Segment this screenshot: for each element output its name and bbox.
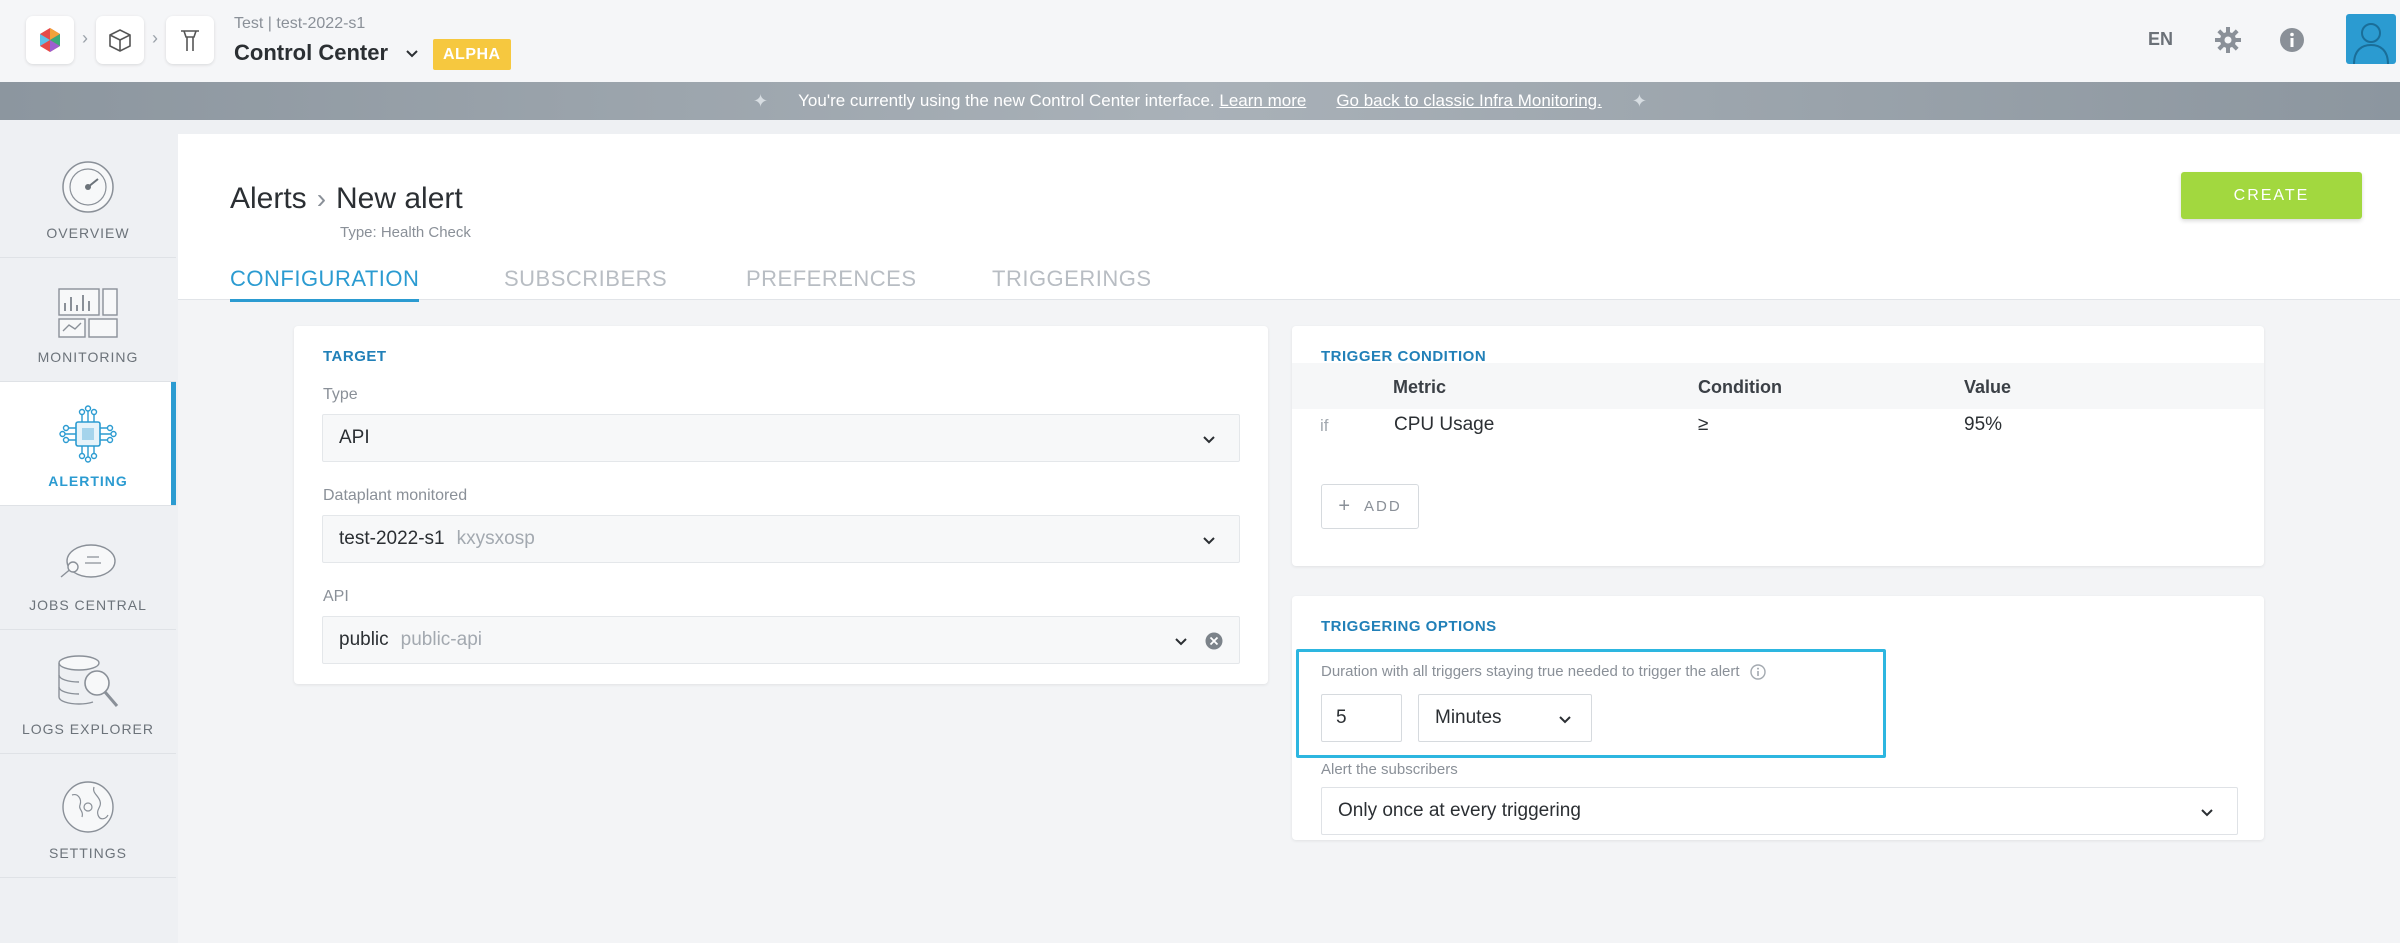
alert-type-subtitle: Type: Health Check (340, 224, 471, 241)
api-select[interactable]: public public-api (322, 616, 1240, 664)
target-card: TARGET Type API Dataplant monitored test… (294, 326, 1268, 684)
dataplant-label: Dataplant monitored (323, 487, 468, 504)
condition-value[interactable]: 95% (1964, 414, 2002, 436)
duration-unit: Minutes (1435, 707, 1502, 728)
duration-unit-select[interactable]: Minutes (1418, 694, 1592, 742)
interface-banner: ✦ You're currently using the new Control… (0, 82, 2400, 120)
trigger-condition-card: TRIGGER CONDITION Metric Condition Value… (1292, 326, 2264, 566)
subscribers-value: Only once at every triggering (1338, 800, 1581, 821)
alpha-badge: ALPHA (433, 39, 511, 70)
top-bar: › › Test | test-2022-s1 Control Center A… (0, 0, 2400, 82)
sidebar-item-settings[interactable]: SETTINGS (0, 754, 176, 878)
api-label: API (323, 588, 349, 605)
api-id: public-api (400, 629, 482, 650)
target-title: TARGET (323, 348, 387, 365)
tab-triggerings[interactable]: TRIGGERINGS (992, 266, 1152, 292)
chevron-right-icon: › (82, 28, 88, 48)
language-selector[interactable]: EN (2148, 29, 2173, 50)
chevron-down-icon (1559, 716, 1571, 724)
classic-interface-link[interactable]: Go back to classic Infra Monitoring. (1336, 91, 1602, 111)
type-value: API (339, 427, 370, 448)
sidebar-item-alerting[interactable]: ALERTING (0, 382, 176, 506)
learn-more-link[interactable]: Learn more (1219, 91, 1306, 110)
duration-value: 5 (1336, 707, 1347, 728)
sparkle-icon: ✦ (1631, 90, 1647, 111)
main-content: Alerts › New alert Type: Health Check CR… (178, 134, 2400, 943)
chevron-down-icon (406, 50, 418, 58)
duration-label: Duration with all triggers staying true … (1321, 663, 1740, 680)
sidebar-item-monitoring[interactable]: MONITORING (0, 258, 176, 382)
clear-icon[interactable] (1205, 632, 1223, 650)
gauge-icon (62, 161, 114, 213)
sidebar-item-overview[interactable]: OVERVIEW (0, 134, 176, 258)
chevron-down-icon (2201, 809, 2213, 817)
project-box-icon[interactable] (96, 16, 144, 64)
page-title: New alert (336, 182, 463, 215)
sidebar-item-label: MONITORING (37, 349, 139, 365)
sidebar-item-jobs-central[interactable]: JOBS CENTRAL (0, 506, 176, 630)
breadcrumb: Alerts › New alert (230, 182, 463, 216)
create-button[interactable]: CREATE (2181, 172, 2362, 219)
condition-prefix: if (1320, 416, 1329, 435)
sidebar-item-label: JOBS CENTRAL (29, 597, 147, 613)
sidebar-item-label: ALERTING (48, 473, 128, 489)
globe-icon (62, 781, 114, 833)
sidebar-item-label: SETTINGS (48, 845, 127, 861)
chevron-down-icon (1203, 537, 1215, 545)
api-value: public (339, 629, 389, 650)
type-label: Type (323, 386, 358, 403)
context-selector[interactable]: Control Center (234, 40, 420, 66)
column-header-condition: Condition (1698, 377, 1782, 397)
chevron-down-icon (1175, 638, 1187, 646)
sidebar-item-label: OVERVIEW (46, 225, 130, 241)
add-condition-button[interactable]: + ADD (1321, 484, 1419, 529)
database-search-icon (58, 655, 119, 707)
subscribers-label: Alert the subscribers (1321, 761, 1458, 778)
condition-metric[interactable]: CPU Usage (1394, 414, 1494, 436)
column-header-value: Value (1964, 377, 2012, 397)
type-select[interactable]: API (322, 414, 1240, 462)
chevron-right-icon: › (152, 28, 158, 48)
page-header: Alerts › New alert Type: Health Check CR… (178, 134, 2400, 302)
triggering-options-card: TRIGGERING OPTIONS Duration with all tri… (1292, 596, 2264, 840)
column-header-metric: Metric (1393, 377, 1447, 397)
sidebar-item-label: LOGS EXPLORER (21, 721, 155, 737)
dataplant-value: test-2022-s1 (339, 528, 445, 549)
tab-configuration[interactable]: CONFIGURATION (230, 266, 420, 302)
info-icon[interactable] (1749, 663, 1766, 680)
user-avatar[interactable] (2346, 14, 2396, 64)
banner-message: You're currently using the new Control C… (798, 91, 1215, 110)
info-icon[interactable] (2276, 24, 2308, 56)
tab-subscribers[interactable]: SUBSCRIBERS (504, 266, 667, 292)
sidebar: OVERVIEW MONITORING ALERTING JOBS CENTRA… (0, 134, 176, 943)
sparkle-icon: ✦ (753, 90, 769, 111)
condition-operator[interactable]: ≥ (1698, 414, 1708, 436)
sidebar-item-logs-explorer[interactable]: LOGS EXPLORER (0, 630, 176, 754)
context-title: Control Center (234, 40, 388, 65)
dataplant-icon[interactable] (166, 16, 214, 64)
plus-icon: + (1338, 495, 1352, 517)
subscribers-select[interactable]: Only once at every triggering (1321, 787, 2238, 835)
app-logo-icon[interactable] (26, 16, 74, 64)
context-subtitle: Test | test-2022-s1 (234, 15, 366, 32)
chevron-right-icon: › (316, 183, 327, 214)
duration-label-row: Duration with all triggers staying true … (1321, 663, 1766, 680)
dataplant-id: kxysxosp (456, 528, 535, 549)
dataplant-select[interactable]: test-2022-s1 kxysxosp (322, 515, 1240, 563)
breadcrumb-alerts[interactable]: Alerts (230, 182, 307, 216)
duration-input[interactable]: 5 (1321, 694, 1402, 742)
circuit-icon (59, 405, 117, 463)
add-label: ADD (1364, 498, 1402, 515)
chevron-down-icon (1203, 436, 1215, 444)
user-icon (2353, 23, 2389, 64)
satellite-icon (60, 544, 116, 578)
tab-preferences[interactable]: PREFERENCES (746, 266, 917, 292)
gear-icon[interactable] (2212, 24, 2244, 56)
triggering-options-title: TRIGGERING OPTIONS (1321, 618, 1497, 635)
dashboard-icon (58, 288, 118, 338)
